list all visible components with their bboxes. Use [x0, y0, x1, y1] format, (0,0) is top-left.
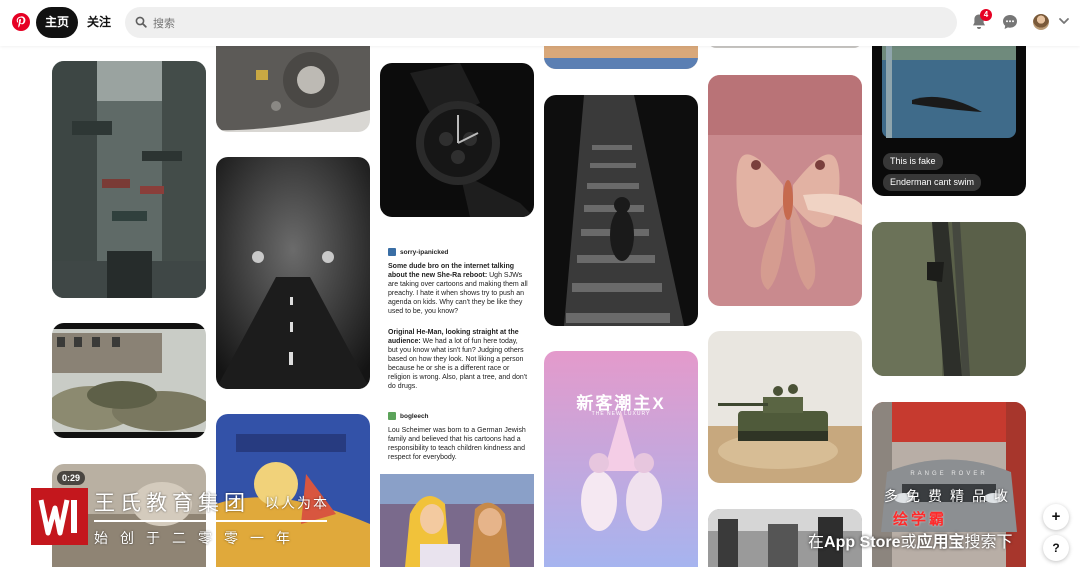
pin-image [52, 323, 206, 438]
post-text: Original He-Man, looking straight at the… [388, 329, 528, 390]
create-pin-button[interactable]: + [1043, 504, 1069, 530]
pin-image [52, 61, 206, 298]
pin-image [544, 351, 698, 567]
pin-image [380, 63, 534, 217]
messages-chat-icon[interactable] [1000, 12, 1020, 32]
watermark-title: 王氏教育集团 [94, 492, 250, 515]
user-avatar[interactable] [1033, 14, 1049, 30]
pin-rainy-city-street[interactable] [52, 61, 206, 298]
pin-image [872, 222, 1026, 376]
post-text: Lou Scheimer was born to a German Jewish… [388, 427, 526, 461]
search-input[interactable] [151, 12, 945, 35]
pin-tank-desert[interactable] [708, 331, 862, 483]
pin-comment-chip: Enderman cant swim [883, 174, 982, 191]
notification-count-badge: 4 [980, 9, 992, 21]
pin-image [544, 95, 698, 326]
wangshi-education-logo [31, 488, 88, 545]
video-duration-badge: 0:29 [57, 471, 86, 485]
pin-image [380, 474, 534, 567]
pin-war-soldiers-sandbags[interactable] [52, 323, 206, 438]
search-icon [135, 16, 147, 28]
pinterest-logo-icon[interactable] [12, 13, 30, 31]
watermark-motto: 以人为本 [265, 495, 329, 511]
pin-tumblr-text-post[interactable]: sorry-ipanicked Some dude bro on the int… [381, 242, 533, 474]
top-navigation-bar: 主页 关注 4 [0, 0, 1080, 46]
pin-foggy-road-night[interactable] [216, 157, 370, 389]
watermark-right-brand: 绘学霸 [893, 511, 948, 528]
nav-following-tab[interactable]: 关注 [84, 7, 114, 38]
watermark-right-line: 在App Store或应用宝搜索下 [808, 534, 1013, 551]
pin-moth-on-finger[interactable] [708, 75, 862, 306]
avatar [388, 248, 396, 256]
pin-product-stand[interactable] [872, 222, 1026, 376]
pin-image [216, 157, 370, 389]
poster-subtitle: THE NEW LUXURY [591, 411, 651, 417]
pin-image [216, 40, 370, 132]
watermark-subtitle: 始创于二零零一年 [94, 530, 302, 546]
post-username: bogleech [400, 413, 429, 420]
pin-enderman-swimming[interactable] [872, 40, 1026, 196]
pin-black-watch[interactable] [380, 63, 534, 217]
post-text: Some dude bro on the internet talking ab… [388, 263, 528, 315]
watermark-right-top: 多免费精品收 [884, 488, 1016, 504]
pin-dark-staircase[interactable] [544, 95, 698, 326]
chevron-down-icon[interactable] [1057, 14, 1071, 28]
pin-image [708, 331, 862, 483]
avatar [388, 412, 396, 420]
car-brand-lettering: RANGE ROVER [910, 471, 988, 477]
pin-fashion-poster[interactable]: 新客潮主X THE NEW LUXURY [544, 351, 698, 567]
pin-gadget-device[interactable] [216, 40, 370, 132]
pin-comment-chip: This is fake [883, 153, 943, 170]
nav-home-tab[interactable]: 主页 [36, 7, 78, 38]
search-bar[interactable] [125, 7, 957, 38]
pin-image [872, 40, 1026, 196]
post-username: sorry-ipanicked [400, 249, 449, 256]
pin-cartoon-heman-shera[interactable] [380, 474, 534, 567]
pin-image [708, 75, 862, 306]
watermark-divider [94, 520, 327, 522]
help-button[interactable]: ? [1043, 535, 1069, 561]
